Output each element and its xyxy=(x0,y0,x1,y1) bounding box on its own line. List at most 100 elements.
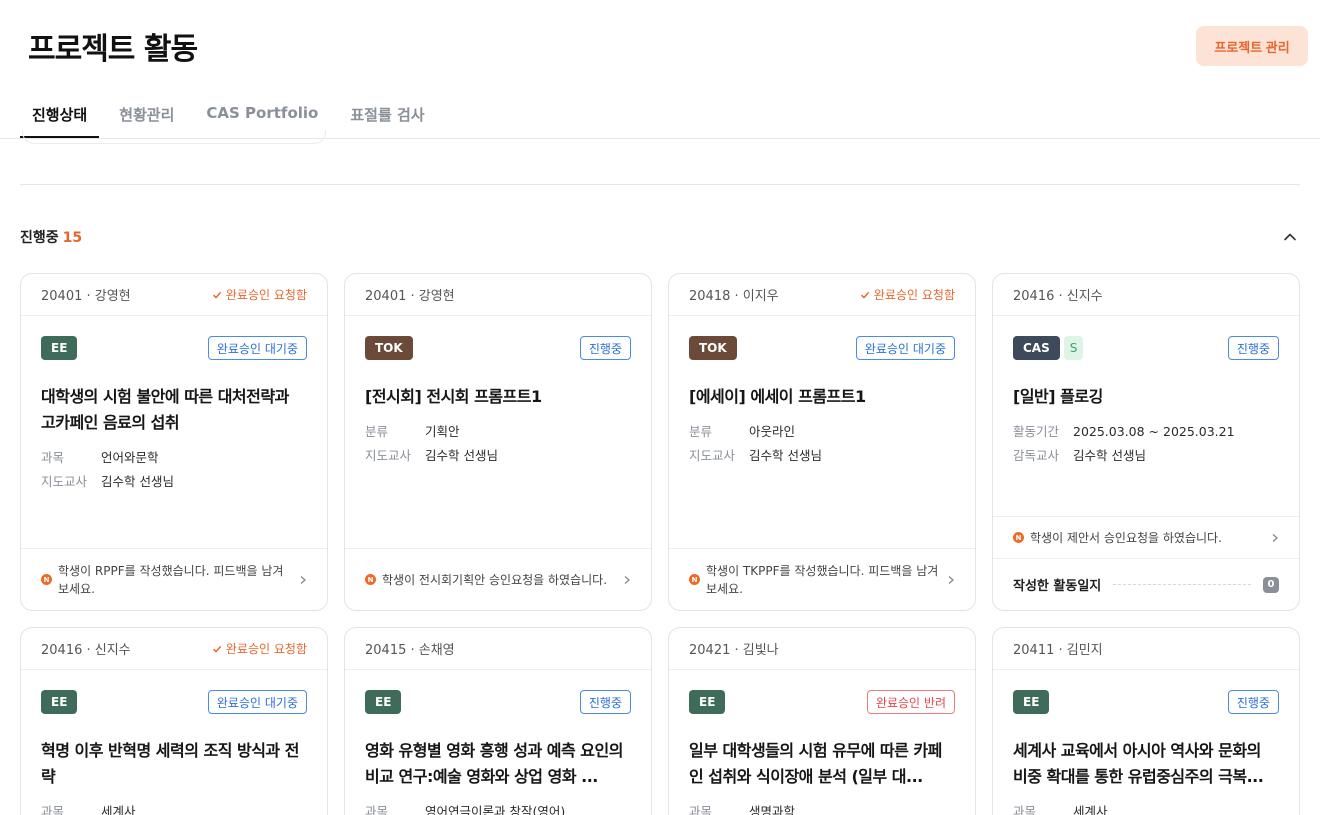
in-progress-section-header: 진행중 15 xyxy=(20,226,1300,248)
status-badge: 진행중 xyxy=(579,690,631,714)
status-badge: 완료승인 대기중 xyxy=(855,336,955,360)
project-card[interactable]: 20401 · 강영현 완료승인 요청함 EE 완료승인 대기중 대학생의 시험… xyxy=(20,273,328,611)
chevron-right-icon xyxy=(300,575,306,584)
project-title: 영화 유형별 영화 흥행 성과 예측 요인의 비교 연구:예술 영화와 상업 영… xyxy=(365,741,623,786)
project-manage-button[interactable]: 프로젝트 관리 xyxy=(1196,26,1308,66)
project-title: 혁명 이후 반혁명 세력의 조직 방식과 전략 xyxy=(41,741,299,786)
project-title: 대학생의 시험 불안에 따른 대처전략과 고카페인 음료의 섭취 xyxy=(41,387,289,432)
meta-label: 과목 xyxy=(689,804,713,815)
meta-label: 감독교사 xyxy=(1013,448,1060,463)
activity-log-row[interactable]: 작성한 활동일지 0 xyxy=(993,558,1299,610)
meta-value: 세계사 xyxy=(101,804,136,815)
approval-request-flag: 완료승인 요청함 xyxy=(212,640,307,657)
category-tag: CAS xyxy=(1013,336,1060,360)
meta-value: 아웃라인 xyxy=(749,424,796,439)
meta-label: 지도교사 xyxy=(365,448,412,463)
meta-value: 김수학 선생님 xyxy=(101,474,174,489)
project-title: [에세이] 에세이 프롬프트1 xyxy=(689,387,866,406)
new-badge-icon: N xyxy=(1013,532,1024,543)
new-badge-icon: N xyxy=(365,574,376,585)
dashed-separator xyxy=(1113,584,1251,585)
status-badge: 진행중 xyxy=(1227,336,1279,360)
meta-value: 생명과학 xyxy=(749,804,796,815)
check-icon xyxy=(860,291,870,299)
category-tag: EE xyxy=(1013,690,1050,714)
category-tag: TOK xyxy=(689,336,737,360)
chevron-right-icon xyxy=(948,575,954,584)
notice-text: 학생이 RPPF를 작성했습니다. 피드백을 남겨보세요. xyxy=(58,563,284,596)
notice-row[interactable]: N 학생이 제안서 승인요청을 하였습니다. xyxy=(993,516,1299,558)
meta-value: 세계사 xyxy=(1073,804,1108,815)
student-info: 20418 · 이지우 xyxy=(689,289,779,304)
check-icon xyxy=(212,645,222,653)
notice-row[interactable]: N 학생이 RPPF를 작성했습니다. 피드백을 남겨보세요. xyxy=(21,548,327,610)
tab-plagiarism-check[interactable]: 표절률 검사 xyxy=(338,96,436,138)
meta-label: 과목 xyxy=(365,804,389,815)
project-card[interactable]: 20401 · 강영현 TOK 진행중 [전시회] 전시회 프롬프트1 분류 기획… xyxy=(344,273,652,611)
project-title: 일부 대학생들의 시험 유무에 따른 카페인 섭취와 식이장애 분석 (일부 대… xyxy=(689,741,942,786)
meta-label: 활동기간 xyxy=(1013,424,1060,439)
previous-panel-edge xyxy=(22,130,326,144)
student-info: 20401 · 강영현 xyxy=(365,289,455,304)
section-title: 진행중 15 xyxy=(20,230,83,246)
meta-value: 영어연극이론과 창작(영어) xyxy=(425,804,566,815)
student-info: 20401 · 강영현 xyxy=(41,289,131,304)
meta-value: 언어와문학 xyxy=(101,450,159,465)
category-tag: TOK xyxy=(365,336,413,360)
meta-label: 지도교사 xyxy=(41,474,88,489)
project-card[interactable]: 20416 · 신지수 CAS S 진행중 [일반] 플로깅 활동기간 2025.… xyxy=(992,273,1300,611)
chevron-right-icon xyxy=(1272,533,1278,542)
meta-label: 과목 xyxy=(41,804,65,815)
notice-row[interactable]: N 학생이 TKPPF를 작성했습니다. 피드백을 남겨보세요. xyxy=(669,548,975,610)
meta-value: 기획안 xyxy=(425,424,460,439)
check-icon xyxy=(212,291,222,299)
meta-label: 지도교사 xyxy=(689,448,736,463)
approval-request-flag: 완료승인 요청함 xyxy=(860,286,955,303)
student-info: 20416 · 신지수 xyxy=(1013,289,1103,304)
category-tag: EE xyxy=(689,690,726,714)
status-badge: 진행중 xyxy=(1227,690,1279,714)
meta-value: 김수학 선생님 xyxy=(1073,448,1146,463)
meta-label: 과목 xyxy=(41,450,65,465)
meta-value: 김수학 선생님 xyxy=(425,448,498,463)
student-info: 20421 · 김빛나 xyxy=(689,643,779,658)
project-card[interactable]: 20415 · 손채영 EE 진행중 영화 유형별 영화 흥행 성과 예측 요인… xyxy=(344,627,652,815)
project-title: [일반] 플로깅 xyxy=(1013,387,1103,406)
meta-label: 분류 xyxy=(689,424,713,439)
page-header: 프로젝트 활동 프로젝트 관리 진행상태 현황관리 CAS Portfolio … xyxy=(0,0,1320,139)
new-badge-icon: N xyxy=(41,574,52,585)
chevron-right-icon xyxy=(624,575,630,584)
project-card[interactable]: 20421 · 김빛나 EE 완료승인 반려 일부 대학생들의 시험 유무에 따… xyxy=(668,627,976,815)
chevron-up-icon[interactable] xyxy=(1280,227,1300,247)
sub-category-tag: S xyxy=(1063,336,1084,360)
approval-request-flag: 완료승인 요청함 xyxy=(212,286,307,303)
student-info: 20416 · 신지수 xyxy=(41,643,131,658)
status-badge: 완료승인 대기중 xyxy=(207,336,307,360)
meta-value: 2025.03.08 ~ 2025.03.21 xyxy=(1073,424,1235,439)
project-card[interactable]: 20416 · 신지수 완료승인 요청함 EE 완료승인 대기중 혁명 이후 반… xyxy=(20,627,328,815)
notice-text: 학생이 전시회기획안 승인요청을 하였습니다. xyxy=(382,572,608,587)
project-title: 세계사 교육에서 아시아 역사와 문화의 비중 확대를 통한 유럽중심주의 극복… xyxy=(1013,741,1264,786)
meta-label: 과목 xyxy=(1013,804,1037,815)
student-info: 20411 · 김민지 xyxy=(1013,643,1103,658)
category-tag: EE xyxy=(41,336,78,360)
meta-label: 분류 xyxy=(365,424,389,439)
project-title: [전시회] 전시회 프롬프트1 xyxy=(365,387,542,406)
notice-row[interactable]: N 학생이 전시회기획안 승인요청을 하였습니다. xyxy=(345,548,651,610)
section-divider xyxy=(20,184,1300,185)
category-tag: EE xyxy=(41,690,78,714)
project-card[interactable]: 20418 · 이지우 완료승인 요청함 TOK 완료승인 대기중 [에세이] … xyxy=(668,273,976,611)
status-badge: 완료승인 대기중 xyxy=(207,690,307,714)
activity-log-count: 0 xyxy=(1263,576,1279,593)
status-badge: 완료승인 반려 xyxy=(866,690,955,714)
meta-value: 김수학 선생님 xyxy=(749,448,822,463)
new-badge-icon: N xyxy=(689,574,700,585)
status-badge: 진행중 xyxy=(579,336,631,360)
project-card[interactable]: 20411 · 김민지 EE 진행중 세계사 교육에서 아시아 역사와 문화의 … xyxy=(992,627,1300,815)
notice-text: 학생이 TKPPF를 작성했습니다. 피드백을 남겨보세요. xyxy=(706,563,939,596)
page-title: 프로젝트 활동 xyxy=(28,32,198,67)
notice-text: 학생이 제안서 승인요청을 하였습니다. xyxy=(1030,530,1222,545)
category-tag: EE xyxy=(365,690,402,714)
student-info: 20415 · 손채영 xyxy=(365,643,455,658)
activity-log-label: 작성한 활동일지 xyxy=(1013,579,1102,594)
